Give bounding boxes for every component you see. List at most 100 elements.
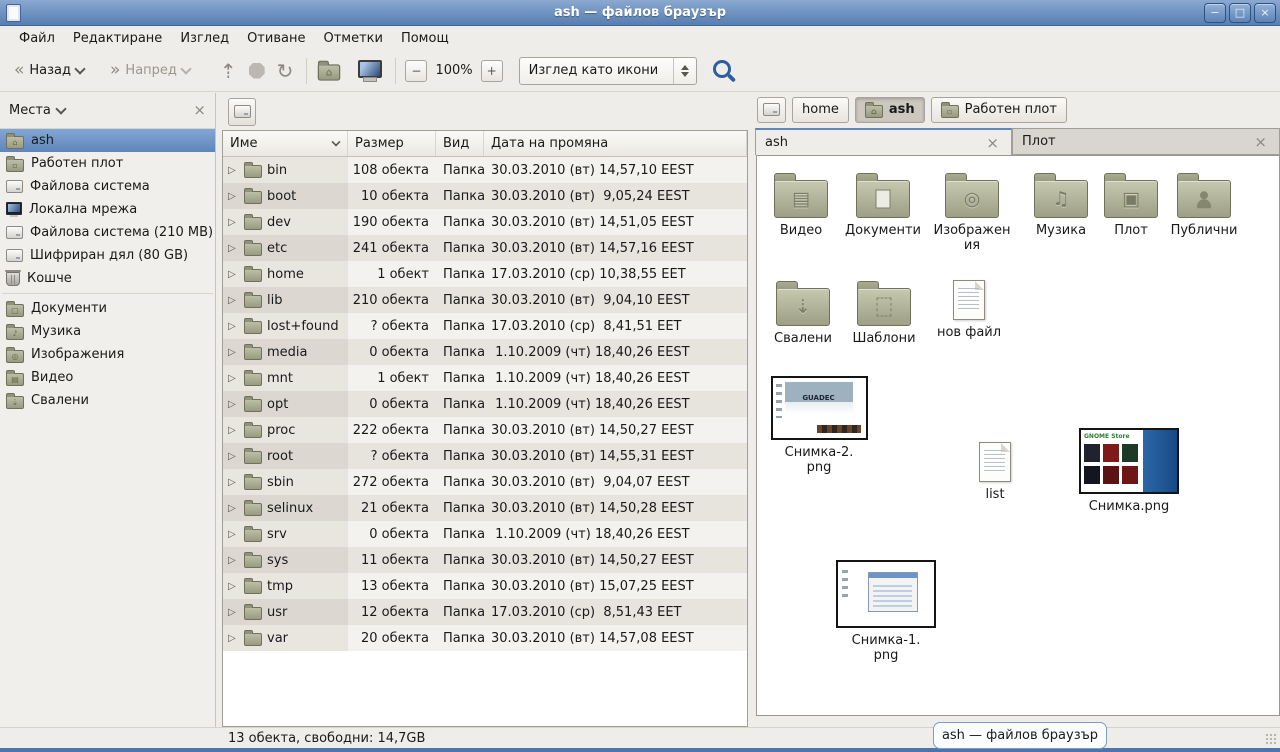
- sidebar-item[interactable]: Свалени: [0, 389, 215, 412]
- table-row[interactable]: ▷root? обектаПапка30.03.2010 (вт) 14,55,…: [223, 443, 747, 469]
- table-row[interactable]: ▷dev190 обектаПапка30.03.2010 (вт) 14,51…: [223, 209, 747, 235]
- expander-icon[interactable]: ▷: [228, 451, 239, 462]
- column-header-date[interactable]: Дата на промяна: [484, 131, 747, 156]
- sidebar-close-icon[interactable]: ×: [193, 101, 206, 119]
- sidebar-item[interactable]: Кошче: [0, 267, 215, 290]
- expander-icon[interactable]: ▷: [228, 581, 239, 592]
- icon-view[interactable]: ВидеоДокументиИзображен ияМузикаПлотПубл…: [756, 155, 1280, 716]
- expander-icon[interactable]: ▷: [228, 295, 239, 306]
- menu-file[interactable]: Файл: [10, 29, 64, 48]
- tab-plot[interactable]: Плот ×: [1012, 128, 1280, 155]
- expander-icon[interactable]: ▷: [228, 503, 239, 514]
- expander-icon[interactable]: ▷: [228, 529, 239, 540]
- sidebar-item[interactable]: Шифриран дял (80 GB): [0, 244, 215, 267]
- expander-icon[interactable]: ▷: [228, 217, 239, 228]
- icon-item[interactable]: Публични: [1163, 172, 1245, 238]
- table-row[interactable]: ▷home1 обектПапка17.03.2010 (ср) 10,38,5…: [223, 261, 747, 287]
- icon-item[interactable]: Снимка-2. png: [767, 376, 871, 476]
- expander-icon[interactable]: ▷: [228, 555, 239, 566]
- view-mode-select[interactable]: Изглед като икони: [519, 57, 697, 85]
- sidebar-item[interactable]: Музика: [0, 320, 215, 343]
- sidebar-item[interactable]: Файлова система: [0, 175, 215, 198]
- minimize-button[interactable]: −: [1204, 3, 1226, 23]
- zoom-in-button[interactable]: +: [481, 60, 503, 82]
- tab-close-icon[interactable]: ×: [983, 134, 1002, 152]
- search-icon[interactable]: [713, 60, 731, 78]
- table-row[interactable]: ▷lost+found? обектаПапка17.03.2010 (ср) …: [223, 313, 747, 339]
- icon-item[interactable]: Шаблони: [847, 280, 921, 346]
- table-row[interactable]: ▷sbin272 обектаПапка30.03.2010 (вт) 9,04…: [223, 469, 747, 495]
- table-row[interactable]: ▷selinux21 обектаПапка30.03.2010 (вт) 14…: [223, 495, 747, 521]
- sidebar-item[interactable]: Изображения: [0, 343, 215, 366]
- sidebar-item[interactable]: Файлова система (210 MB): [0, 221, 215, 244]
- expander-icon[interactable]: ▷: [228, 347, 239, 358]
- expander-icon[interactable]: ▷: [228, 321, 239, 332]
- expander-icon[interactable]: ▷: [228, 399, 239, 410]
- menu-edit[interactable]: Редактиране: [64, 29, 171, 48]
- table-row[interactable]: ▷tmp13 обектаПапка30.03.2010 (вт) 15,07,…: [223, 573, 747, 599]
- resize-grip[interactable]: [1265, 733, 1278, 746]
- path-button-ash[interactable]: ash: [855, 97, 925, 123]
- table-row[interactable]: ▷sys11 обектаПапка30.03.2010 (вт) 14,50,…: [223, 547, 747, 573]
- icon-item[interactable]: Документи: [841, 172, 925, 238]
- icon-item[interactable]: Снимка-1. png: [829, 560, 943, 664]
- path-button-desktop[interactable]: Работен плот: [931, 97, 1067, 123]
- close-button[interactable]: ×: [1254, 3, 1276, 23]
- expander-icon[interactable]: ▷: [228, 191, 239, 202]
- tab-close-icon[interactable]: ×: [1251, 133, 1270, 151]
- path-button-root[interactable]: [757, 97, 786, 123]
- icon-item[interactable]: Снимка.png: [1071, 428, 1187, 514]
- back-button[interactable]: « Назад: [8, 58, 90, 83]
- up-button[interactable]: ⇡: [214, 57, 243, 85]
- sidebar-item[interactable]: Видео: [0, 366, 215, 389]
- reload-button[interactable]: ↻: [271, 57, 300, 85]
- sidebar-item[interactable]: ash: [0, 129, 215, 152]
- icon-item[interactable]: Музика: [1023, 172, 1099, 238]
- expander-icon[interactable]: ▷: [228, 633, 239, 644]
- sidebar-item[interactable]: Локална мрежа: [0, 198, 215, 221]
- table-row[interactable]: ▷etc241 обектаПапка30.03.2010 (вт) 14,57…: [223, 235, 747, 261]
- table-row[interactable]: ▷srv0 обектаПапка 1.10.2009 (чт) 18,40,2…: [223, 521, 747, 547]
- back-dropdown-icon[interactable]: [74, 63, 85, 74]
- expander-icon[interactable]: ▷: [228, 477, 239, 488]
- computer-button[interactable]: [352, 56, 388, 86]
- table-row[interactable]: ▷var20 обектаПапка30.03.2010 (вт) 14,57,…: [223, 625, 747, 651]
- titlebar[interactable]: ash — файлов браузър − □ ×: [0, 0, 1280, 26]
- forward-button[interactable]: » Напред: [104, 58, 196, 83]
- table-row[interactable]: ▷mnt1 обектПапка 1.10.2009 (чт) 18,40,26…: [223, 365, 747, 391]
- sidebar-title[interactable]: Места: [9, 103, 51, 118]
- path-button-home[interactable]: home: [792, 97, 849, 123]
- table-row[interactable]: ▷proc222 обектаПапка30.03.2010 (вт) 14,5…: [223, 417, 747, 443]
- chevron-down-icon[interactable]: [55, 103, 66, 114]
- icon-item[interactable]: Изображен ия: [929, 172, 1015, 254]
- table-row[interactable]: ▷opt0 обектаПапка 1.10.2009 (чт) 18,40,2…: [223, 391, 747, 417]
- sidebar-item[interactable]: Документи: [0, 297, 215, 320]
- column-header-name[interactable]: Име: [223, 131, 348, 156]
- table-row[interactable]: ▷media0 обектаПапка 1.10.2009 (чт) 18,40…: [223, 339, 747, 365]
- menu-help[interactable]: Помощ: [392, 29, 458, 48]
- expander-icon[interactable]: ▷: [228, 269, 239, 280]
- home-button[interactable]: [314, 59, 344, 83]
- maximize-button[interactable]: □: [1229, 3, 1251, 23]
- table-row[interactable]: ▷lib210 обектаПапка30.03.2010 (вт) 9,04,…: [223, 287, 747, 313]
- expander-icon[interactable]: ▷: [228, 607, 239, 618]
- tab-ash[interactable]: ash ×: [755, 128, 1012, 155]
- table-row[interactable]: ▷usr12 обектаПапка17.03.2010 (ср) 8,51,4…: [223, 599, 747, 625]
- root-drive-button[interactable]: [228, 98, 256, 126]
- menu-view[interactable]: Изглед: [171, 29, 238, 48]
- expander-icon[interactable]: ▷: [228, 243, 239, 254]
- table-row[interactable]: ▷bin108 обектаПапка30.03.2010 (вт) 14,57…: [223, 157, 747, 183]
- sidebar-item[interactable]: Работен плот: [0, 152, 215, 175]
- expander-icon[interactable]: ▷: [228, 165, 239, 176]
- zoom-out-button[interactable]: −: [405, 60, 427, 82]
- icon-item[interactable]: list: [963, 442, 1027, 502]
- table-row[interactable]: ▷boot10 обектаПапка30.03.2010 (вт) 9,05,…: [223, 183, 747, 209]
- icon-item[interactable]: Плот: [1103, 172, 1159, 238]
- menu-go[interactable]: Отиване: [238, 29, 314, 48]
- expander-icon[interactable]: ▷: [228, 425, 239, 436]
- icon-item[interactable]: нов файл: [933, 280, 1005, 340]
- menu-bookmarks[interactable]: Отметки: [314, 29, 391, 48]
- icon-item[interactable]: Видео: [763, 172, 839, 238]
- expander-icon[interactable]: ▷: [228, 373, 239, 384]
- column-header-type[interactable]: Вид: [436, 131, 484, 156]
